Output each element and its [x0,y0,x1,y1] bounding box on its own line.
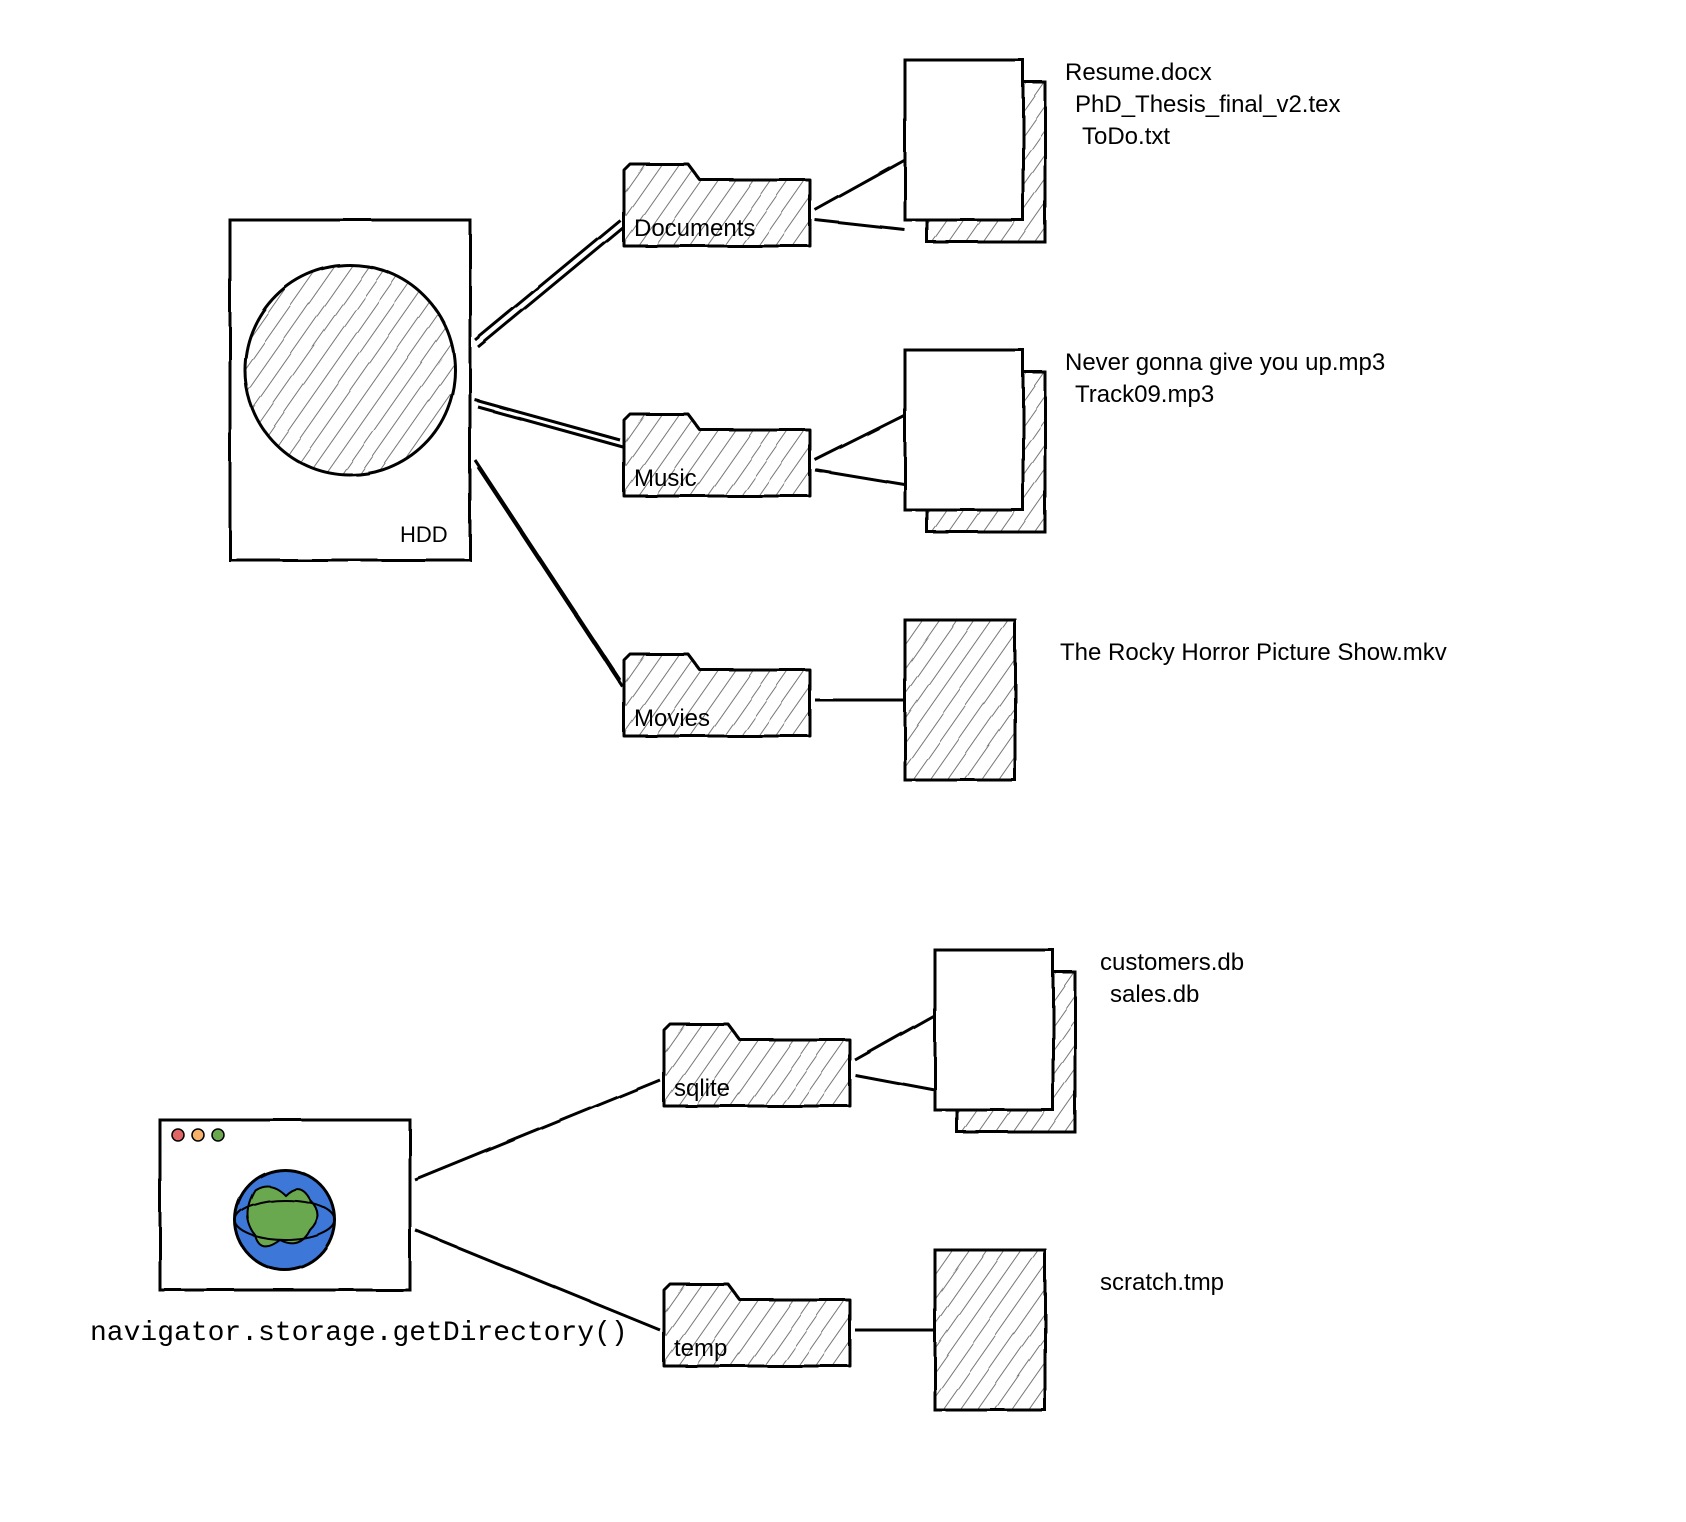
file-label: The Rocky Horror Picture Show.mkv [1060,639,1447,666]
file-label: ToDo.txt [1082,123,1170,150]
doc-temp [935,1250,1045,1410]
folder-music: Music [624,414,810,496]
file-label: PhD_Thesis_final_v2.tex [1075,91,1340,118]
folder-label: temp [674,1335,727,1362]
hdd-icon: HDD [230,220,470,560]
folder-label: sqlite [674,1075,730,1102]
docstack-documents [905,60,1045,242]
diagram-canvas: HDD Documents Music Movies Resume.docx P… [0,0,1686,1522]
file-label: scratch.tmp [1100,1269,1224,1296]
file-label: customers.db [1100,949,1244,976]
hdd-folder-connectors [475,220,623,687]
file-label: Resume.docx [1065,59,1212,86]
globe-icon [235,1170,335,1270]
docstack-music [905,350,1045,532]
folder-label: Music [634,465,697,492]
doc-movies [905,620,1015,780]
folder-movies: Movies [624,654,810,736]
folder-label: Documents [634,215,755,242]
folder-label: Movies [634,705,710,732]
folder-documents: Documents [624,164,810,246]
folder-doc-connectors-browser [855,1015,935,1330]
file-label: Never gonna give you up.mp3 [1065,349,1385,376]
folder-doc-connectors-hdd [815,160,905,700]
hdd-label: HDD [400,522,448,547]
api-call-label: navigator.storage.getDirectory() [90,1318,628,1349]
file-label: Track09.mp3 [1075,381,1214,408]
file-label: sales.db [1110,981,1199,1008]
browser-window-icon [160,1120,410,1290]
docstack-sqlite [935,950,1075,1132]
folder-sqlite: sqlite [664,1024,850,1106]
browser-folder-connectors [415,1080,660,1330]
folder-temp: temp [664,1284,850,1366]
